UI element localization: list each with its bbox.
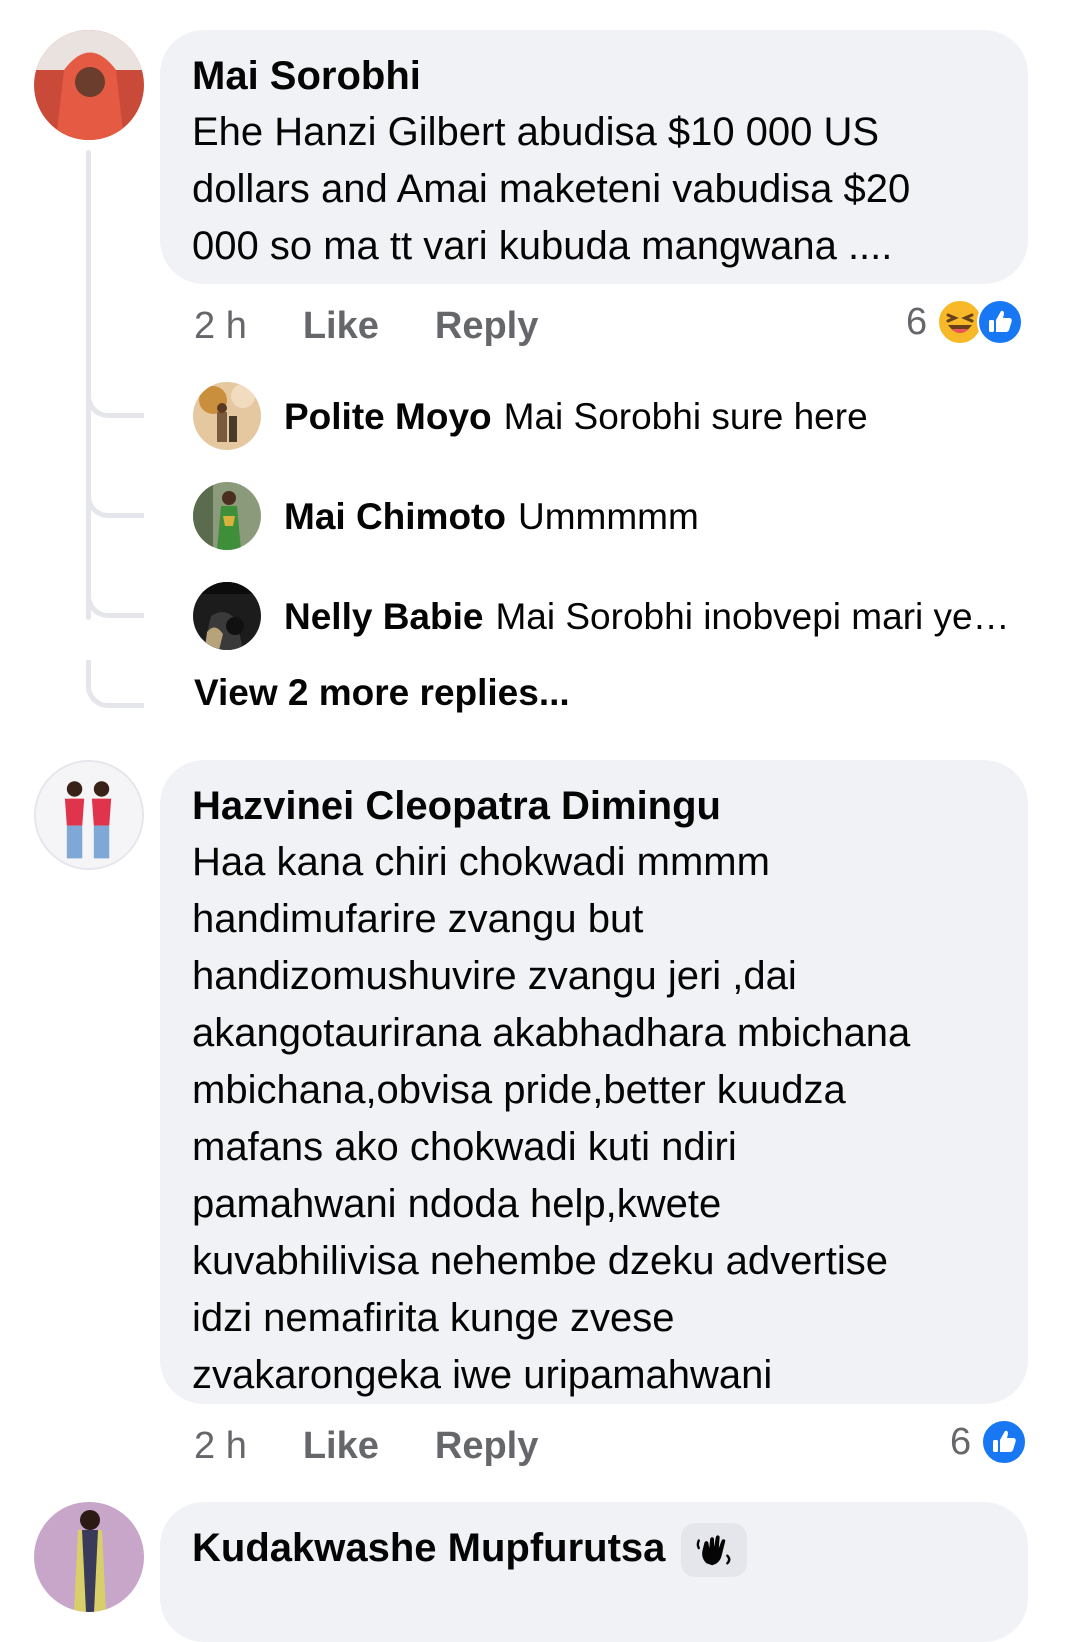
comment-body-line: Ehe Hanzi Gilbert abudisa $10 000 US — [192, 110, 880, 154]
comment-author[interactable]: Mai Sorobhi — [192, 48, 996, 104]
reply-item: Mai Chimoto Ummmmm — [284, 482, 699, 552]
comment-body-line: handizomushuvire zvangu jeri ,dai — [192, 954, 797, 998]
comment-bubble: Mai Sorobhi Ehe Hanzi Gilbert abudisa $1… — [160, 30, 1028, 284]
view-more-replies-link[interactable]: View 2 more replies... — [194, 672, 570, 714]
reaction-count: 6 — [950, 1420, 972, 1463]
reply-author[interactable]: Nelly Babie — [284, 596, 483, 638]
avatar-polite-moyo[interactable] — [193, 382, 261, 450]
comment-body: Ehe Hanzi Gilbert abudisa $10 000 US dol… — [192, 104, 996, 275]
reaction-summary[interactable]: 6 — [950, 1412, 1028, 1472]
thread-branch — [86, 580, 144, 618]
comment-actions: 2 h Like Reply — [194, 1416, 594, 1476]
comment-bubble: Hazvinei Cleopatra Dimingu Haa kana chir… — [160, 760, 1028, 1404]
avatar-mai-sorobhi[interactable] — [34, 30, 144, 140]
comment-author-name[interactable]: Kudakwashe Mupfurutsa — [192, 1526, 665, 1570]
comment-author[interactable]: Hazvinei Cleopatra Dimingu — [192, 778, 996, 834]
comment-body-line: akangotaurirana akabhadhara mbichana — [192, 1011, 911, 1055]
reply-button[interactable]: Reply — [435, 305, 538, 348]
like-icon — [977, 299, 1024, 345]
comment-body-line: 000 so ma tt vari kubuda mangwana .... — [192, 224, 893, 268]
like-icon — [981, 1419, 1028, 1465]
wave-hand-icon — [681, 1523, 748, 1578]
reply-author[interactable]: Polite Moyo — [284, 396, 492, 438]
like-button[interactable]: Like — [303, 305, 379, 348]
comment-body-line: mafans ako chokwadi kuti ndiri — [192, 1125, 737, 1169]
reply-text: Ummmmm — [517, 496, 699, 537]
comment-author: Kudakwashe Mupfurutsa — [192, 1520, 996, 1578]
reply-item: Nelly Babie Mai Sorobhi inobvepi mari ye… — [284, 582, 1020, 652]
reply-item: Polite Moyo Mai Sorobhi sure here — [284, 382, 868, 452]
comment-body-line: Haa kana chiri chokwadi mmmm — [192, 840, 770, 884]
reply-button[interactable]: Reply — [435, 1425, 538, 1468]
avatar-nelly-babie[interactable] — [193, 582, 261, 650]
thread-branch — [86, 480, 144, 518]
reaction-count: 6 — [906, 300, 928, 343]
reply-author[interactable]: Mai Chimoto — [284, 496, 506, 538]
thread-branch — [86, 660, 144, 708]
comment-body-line: kuvabhilivisa nehembe dzeku advertise — [192, 1239, 888, 1283]
comment-body-line: idzi nemafirita kunge zvese — [192, 1296, 675, 1340]
comment-timestamp[interactable]: 2 h — [194, 305, 247, 348]
comment-body-line: zvakarongeka iwe uripamahwani — [192, 1353, 773, 1397]
comment-body-line: dollars and Amai maketeni vabudisa $20 — [192, 167, 911, 211]
avatar-hazvinei-cleopatra-dimingu[interactable] — [34, 760, 144, 870]
reaction-summary[interactable]: 6 — [906, 292, 1024, 352]
reply-text: Mai Sorobhi sure here — [503, 396, 868, 437]
comment-body-line: handimufarire zvangu but — [192, 897, 644, 941]
comment-body-line: pamahwani ndoda help,kwete — [192, 1182, 722, 1226]
comment-bubble: Kudakwashe Mupfurutsa — [160, 1502, 1028, 1642]
like-button[interactable]: Like — [303, 1425, 379, 1468]
comment-body-line: mbichana,obvisa pride,better kuudza — [192, 1068, 846, 1112]
avatar-mai-chimoto[interactable] — [193, 482, 261, 550]
reply-text: Mai Sorobhi inobvepi mari yese... — [495, 596, 1020, 637]
comment-actions: 2 h Like Reply — [194, 296, 594, 356]
comment-body: Haa kana chiri chokwadi mmmm handimufari… — [192, 834, 996, 1404]
comment-timestamp[interactable]: 2 h — [194, 1425, 247, 1468]
thread-branch — [86, 380, 144, 418]
